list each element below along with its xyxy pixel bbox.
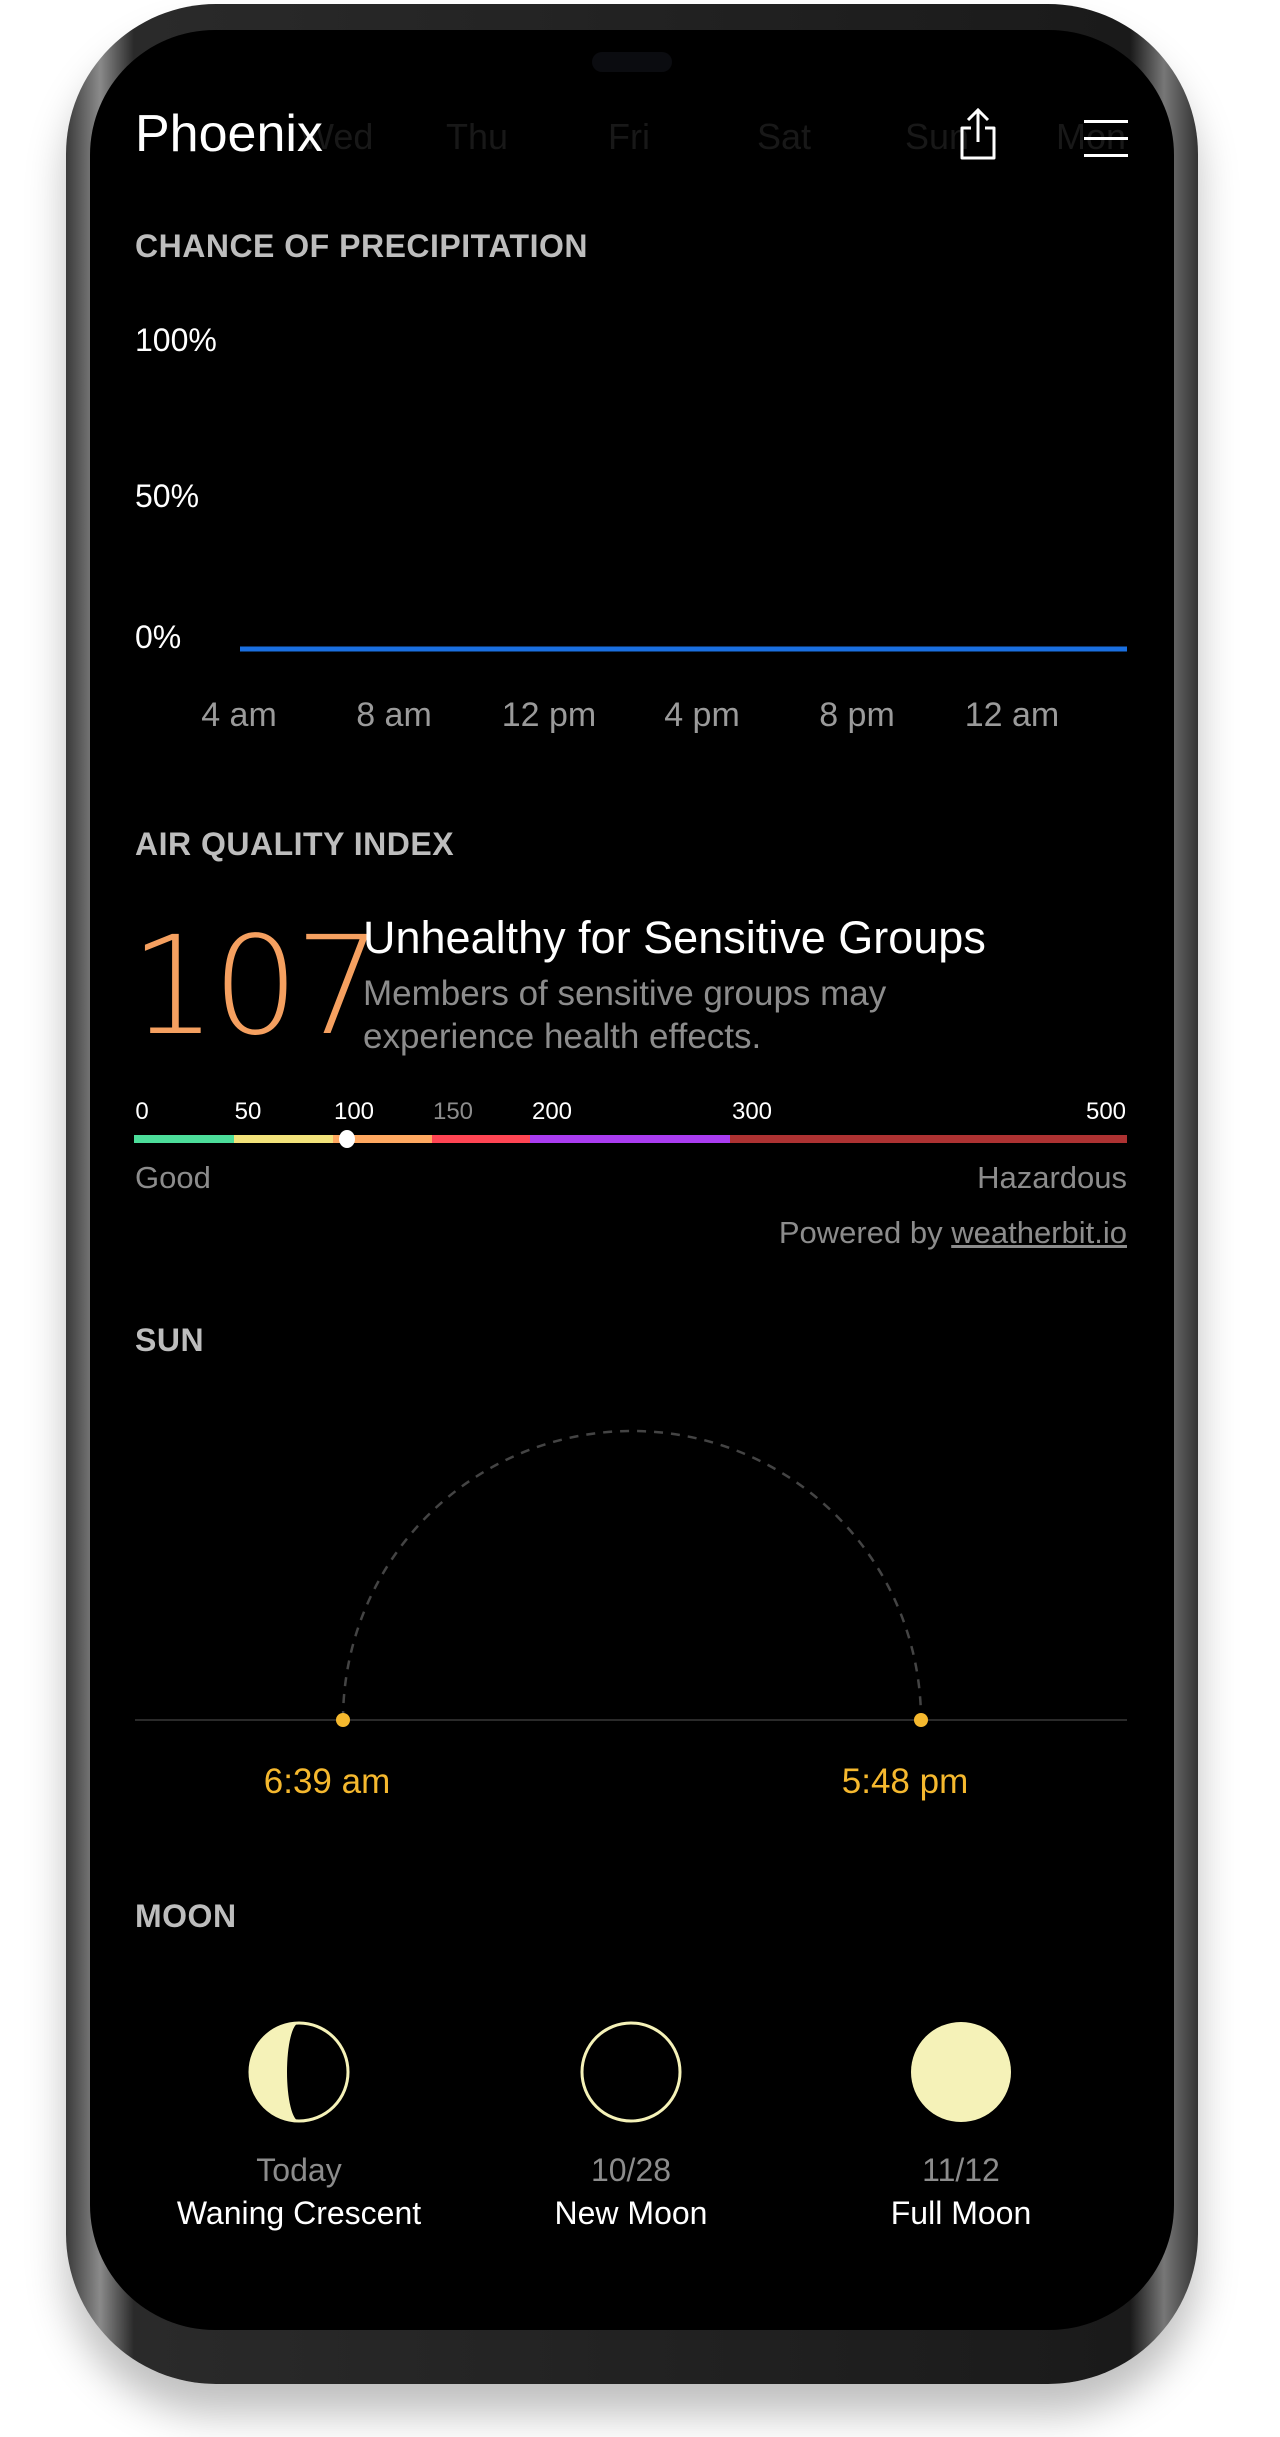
- precipitation-chart: [240, 646, 1127, 652]
- aqi-description: experience health effects.: [363, 1017, 762, 1056]
- aqi-scale-label: 0: [135, 1098, 149, 1125]
- x-tick-label: 12 am: [964, 696, 1060, 734]
- aqi-scale-label: 50: [234, 1098, 262, 1125]
- x-tick-label: 8 pm: [819, 696, 895, 734]
- sun-arc-chart: [135, 1429, 1127, 1727]
- aqi-indicator: [338, 1130, 355, 1148]
- x-tick-label: 8 am: [356, 696, 432, 734]
- waning-crescent-icon: [248, 2021, 350, 2123]
- moon-date: 11/12: [922, 2152, 1000, 2188]
- aqi-scale-label: 300: [731, 1098, 773, 1125]
- aqi-scale-label: 100: [333, 1098, 375, 1125]
- moon-phase-name: Waning Crescent: [176, 2195, 422, 2231]
- aqi-scale-segment: [234, 1135, 333, 1143]
- aqi-high-label: Hazardous: [977, 1160, 1127, 1195]
- aqi-scale-label: 500: [1085, 1098, 1127, 1125]
- moon-date: Today: [256, 2152, 342, 2188]
- new-moon-icon: [580, 2021, 682, 2123]
- x-tick-label: 4 pm: [664, 696, 740, 734]
- sunset-time: 5:48 pm: [841, 1762, 969, 1801]
- aqi-scale-segment: [730, 1135, 1127, 1143]
- x-tick-label: 12 pm: [501, 696, 597, 734]
- sun-path-arc: [341, 1429, 923, 1721]
- aqi-value: 107: [130, 908, 382, 1066]
- sunrise-dot: [336, 1713, 350, 1727]
- full-moon-icon: [911, 2022, 1011, 2122]
- sun-heading: SUN: [135, 1322, 205, 1358]
- moon-phase-name: Full Moon: [890, 2195, 1032, 2231]
- powered-by: Powered by weatherbit.io: [779, 1215, 1127, 1251]
- aqi-low-label: Good: [135, 1160, 211, 1195]
- moon-date: 10/28: [590, 2152, 672, 2188]
- aqi-scale-label: 200: [531, 1098, 573, 1125]
- moon-phases: [248, 2021, 1011, 2123]
- aqi-description: Members of sensitive groups may: [363, 974, 887, 1013]
- provider-link[interactable]: weatherbit.io: [951, 1215, 1127, 1250]
- aqi-scale-label: 150: [432, 1098, 474, 1125]
- powered-by-text: Powered by: [778, 1215, 943, 1250]
- moon-phase-name: New Moon: [554, 2195, 708, 2231]
- sunrise-time: 6:39 am: [263, 1762, 391, 1801]
- aqi-scale-segment: [530, 1135, 730, 1143]
- sunset-dot: [914, 1713, 928, 1727]
- aqi-scale-segment: [432, 1135, 530, 1143]
- x-tick-label: 4 am: [201, 696, 277, 734]
- moon-heading: MOON: [135, 1898, 237, 1934]
- aqi-heading: AIR QUALITY INDEX: [135, 826, 455, 862]
- aqi-category: Unhealthy for Sensitive Groups: [363, 912, 986, 963]
- aqi-scale-segment: [134, 1135, 234, 1143]
